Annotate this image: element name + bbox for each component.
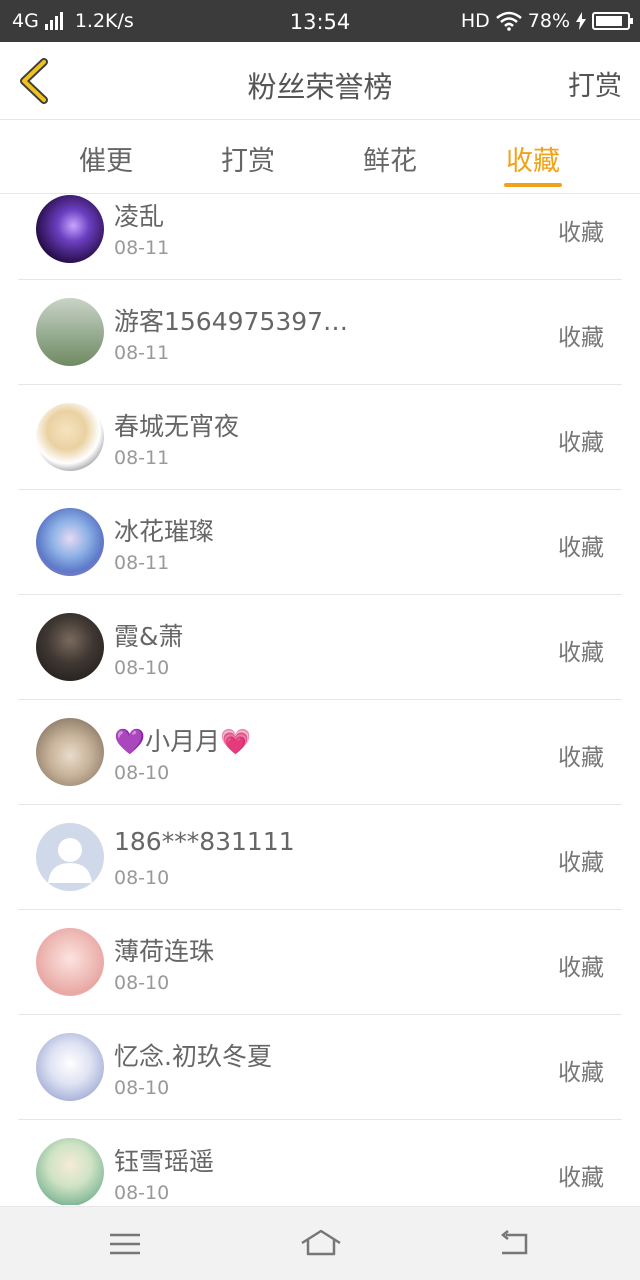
avatar — [36, 718, 104, 786]
list-item[interactable]: 钰雪瑶遥 08-10 收藏 — [18, 1120, 622, 1205]
action-label: 收藏 — [558, 640, 604, 666]
user-name: 忆念.初玖冬夏 — [114, 1042, 272, 1071]
user-name: 凌乱 — [114, 202, 165, 231]
battery-percent: 78% — [527, 10, 570, 32]
back-icon — [500, 1230, 528, 1255]
user-name: 霞&萧 — [114, 622, 184, 651]
action-label: 收藏 — [558, 220, 604, 246]
action-label: 收藏 — [558, 1165, 604, 1191]
avatar — [36, 928, 104, 996]
tab-reward[interactable]: 打赏 — [203, 139, 293, 178]
avatar — [36, 298, 104, 366]
user-name: 薄荷连珠 — [114, 937, 215, 966]
date: 08-11 — [114, 447, 170, 469]
date: 08-11 — [114, 342, 170, 364]
avatar — [36, 195, 104, 263]
hd-indicator: HD — [460, 10, 490, 32]
action-label: 收藏 — [558, 325, 604, 351]
home-icon — [301, 1229, 341, 1256]
list-item[interactable]: 薄荷连珠 08-10 收藏 — [18, 910, 622, 1015]
list-item[interactable]: 💜小月月💗 08-10 收藏 — [18, 700, 622, 805]
user-name: 钰雪瑶遥 — [114, 1147, 215, 1176]
list-item[interactable]: 游客1564975397… 08-11 收藏 — [18, 280, 622, 385]
user-name: 💜小月月💗 — [114, 727, 252, 756]
system-nav-bar — [0, 1206, 640, 1280]
date: 08-11 — [114, 237, 170, 259]
user-name: 游客1564975397… — [114, 307, 349, 336]
action-label: 收藏 — [558, 850, 604, 876]
status-right: HD 78% — [460, 10, 633, 32]
wifi-icon — [495, 11, 522, 31]
user-name: 186***831111 — [114, 827, 295, 856]
action-label: 收藏 — [558, 955, 604, 981]
avatar — [36, 1033, 104, 1101]
date: 08-10 — [114, 867, 170, 889]
active-tab-indicator — [504, 183, 562, 187]
list-item[interactable]: 忆念.初玖冬夏 08-10 收藏 — [18, 1015, 622, 1120]
app-header: 粉丝荣誉榜 打赏 — [0, 42, 640, 120]
action-label: 收藏 — [558, 535, 604, 561]
tab-favorites[interactable]: 收藏 — [488, 139, 578, 178]
page-title: 粉丝荣誉榜 — [247, 70, 393, 104]
avatar — [36, 403, 104, 471]
action-label: 收藏 — [558, 745, 604, 771]
list-item[interactable]: 霞&萧 08-10 收藏 — [18, 595, 622, 700]
default-user-icon — [48, 838, 92, 883]
tab-bar: 催更 打赏 鲜花 收藏 — [0, 121, 640, 194]
battery-icon — [592, 12, 633, 30]
date: 08-11 — [114, 552, 170, 574]
list-item[interactable]: 冰花璀璨 08-11 收藏 — [18, 490, 622, 595]
avatar — [36, 1138, 104, 1205]
avatar — [36, 613, 104, 681]
action-label: 收藏 — [558, 430, 604, 456]
date: 08-10 — [114, 762, 170, 784]
avatar — [36, 823, 104, 891]
status-bar: 4G 1.2K/s 13:54 HD 78% — [0, 0, 640, 42]
return-button[interactable] — [496, 1227, 536, 1261]
menu-button[interactable] — [105, 1227, 145, 1261]
charging-icon — [576, 12, 586, 30]
reward-button[interactable]: 打赏 — [568, 64, 622, 103]
user-name: 春城无宵夜 — [114, 412, 240, 441]
date: 08-10 — [114, 1077, 170, 1099]
avatar — [36, 508, 104, 576]
menu-icon — [110, 1233, 140, 1255]
date: 08-10 — [114, 657, 170, 679]
action-label: 收藏 — [558, 1060, 604, 1086]
date: 08-10 — [114, 1182, 170, 1204]
list-item[interactable]: 春城无宵夜 08-11 收藏 — [18, 385, 622, 490]
list-item[interactable]: 186***831111 08-10 收藏 — [18, 805, 622, 910]
fan-list: 凌乱 08-11 收藏 游客1564975397… 08-11 收藏 春城无宵夜… — [0, 195, 640, 1205]
list-item[interactable]: 凌乱 08-11 收藏 — [18, 195, 622, 280]
tab-urge[interactable]: 催更 — [61, 139, 151, 178]
date: 08-10 — [114, 972, 170, 994]
home-button[interactable] — [299, 1227, 341, 1261]
tab-flowers[interactable]: 鲜花 — [345, 139, 435, 178]
user-name: 冰花璀璨 — [114, 517, 215, 546]
